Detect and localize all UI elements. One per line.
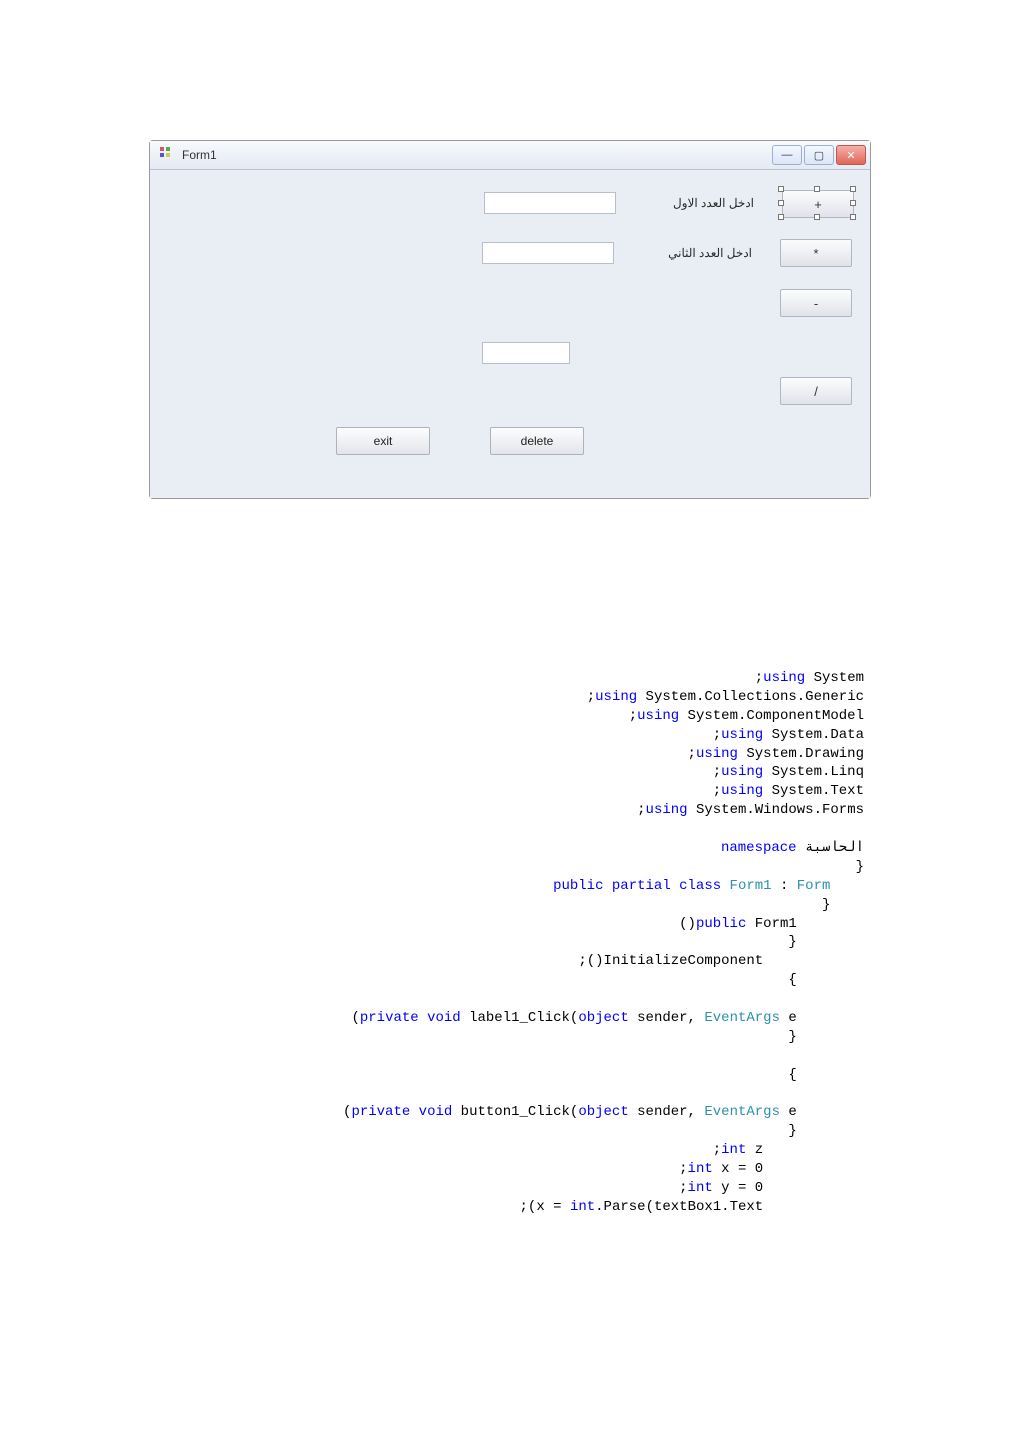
second-number-label: ادخل العدد الثاني: [642, 246, 752, 260]
plus-button-selected: +: [782, 190, 852, 216]
window-title: Form1: [182, 148, 217, 162]
divide-button[interactable]: /: [780, 377, 852, 405]
winforms-window: Form1 — ▢ ✕ ادخل العدد الاول +: [149, 140, 871, 499]
minus-button-label: -: [814, 296, 818, 311]
multiply-button-label: *: [813, 246, 818, 261]
exit-button-label: exit: [374, 434, 393, 448]
result-input[interactable]: [482, 342, 570, 364]
second-number-input[interactable]: [482, 242, 614, 264]
titlebar: Form1 — ▢ ✕: [150, 141, 870, 170]
form-client-area: ادخل العدد الاول + ادخل العدد الثاني * -: [150, 170, 870, 498]
divide-button-label: /: [814, 384, 818, 399]
plus-button-label: +: [814, 197, 822, 212]
delete-button[interactable]: delete: [490, 427, 584, 455]
multiply-button[interactable]: *: [780, 239, 852, 267]
delete-button-label: delete: [521, 434, 554, 448]
exit-button[interactable]: exit: [336, 427, 430, 455]
minimize-icon: —: [782, 149, 793, 161]
first-number-label: ادخل العدد الاول: [644, 196, 754, 210]
code-listing: ;using System ;using System.Collections.…: [224, 669, 950, 1217]
minimize-button[interactable]: —: [772, 145, 802, 165]
window-buttons: — ▢ ✕: [772, 145, 866, 165]
form-icon: [160, 147, 176, 163]
maximize-button[interactable]: ▢: [804, 145, 834, 165]
minus-button[interactable]: -: [780, 289, 852, 317]
close-icon: ✕: [846, 149, 855, 162]
first-number-input[interactable]: [484, 192, 616, 214]
maximize-icon: ▢: [814, 149, 824, 162]
close-button[interactable]: ✕: [836, 145, 866, 165]
